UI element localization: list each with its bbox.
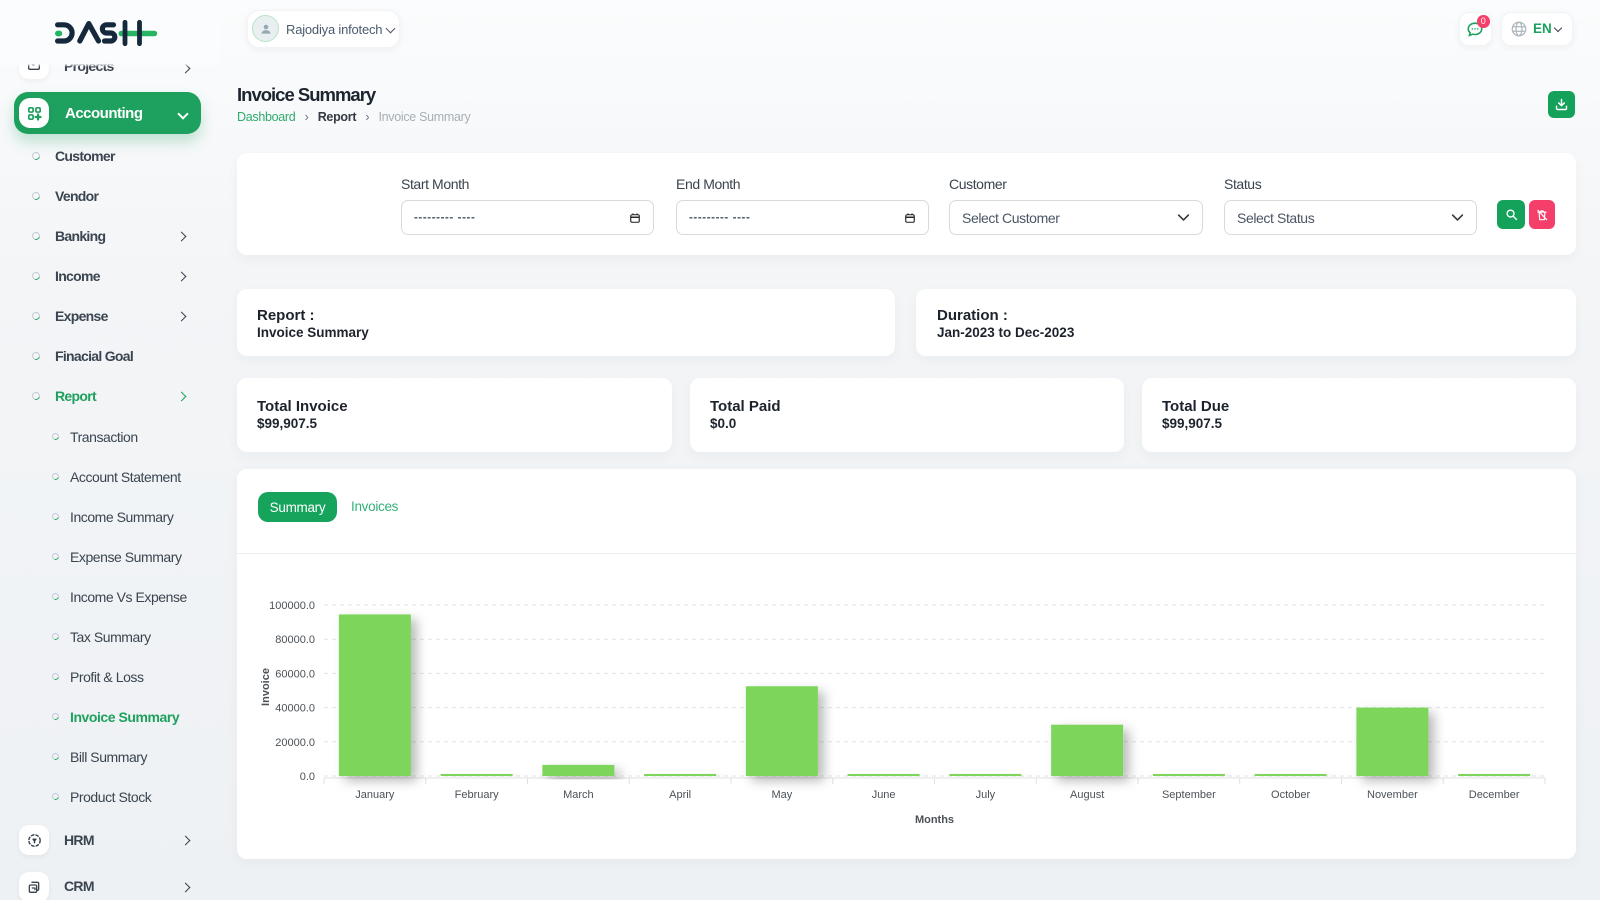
svg-text:July: July — [976, 789, 996, 801]
svg-text:December: December — [1469, 789, 1520, 801]
svg-text:Invoice: Invoice — [260, 668, 272, 706]
svg-text:20000.0: 20000.0 — [275, 737, 315, 749]
svg-text:Months: Months — [915, 814, 954, 826]
svg-text:June: June — [872, 789, 896, 801]
svg-text:0.0: 0.0 — [300, 771, 315, 783]
svg-text:January: January — [355, 789, 395, 801]
svg-text:60000.0: 60000.0 — [275, 668, 315, 680]
svg-text:100000.0: 100000.0 — [269, 600, 315, 612]
svg-text:February: February — [455, 789, 500, 801]
svg-text:April: April — [669, 789, 691, 801]
svg-text:November: November — [1367, 789, 1418, 801]
svg-text:May: May — [771, 789, 792, 801]
svg-text:September: September — [1162, 789, 1216, 801]
svg-text:80000.0: 80000.0 — [275, 634, 315, 646]
svg-text:40000.0: 40000.0 — [275, 703, 315, 715]
svg-text:October: October — [1271, 789, 1310, 801]
svg-text:August: August — [1070, 789, 1104, 801]
svg-text:March: March — [563, 789, 594, 801]
